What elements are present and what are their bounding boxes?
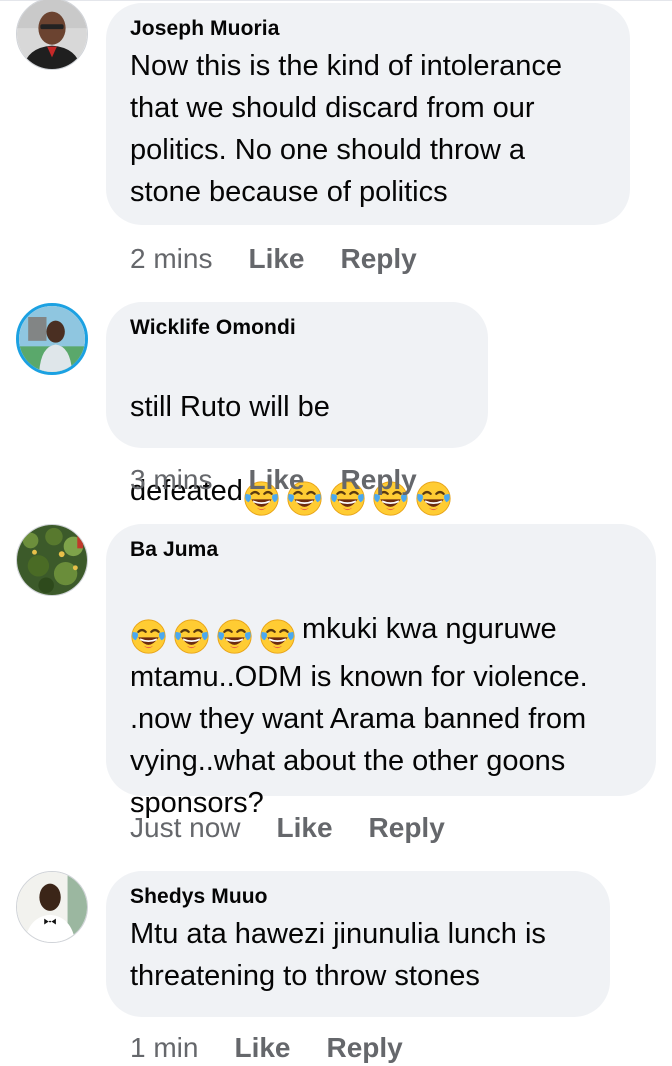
avatar-image [17,525,87,595]
like-button[interactable]: Like [234,1032,290,1063]
comment-text-line: still Ruto will be [130,391,330,423]
avatar-image [17,0,87,69]
reply-button[interactable]: Reply [341,464,417,495]
reply-button[interactable]: Reply [369,812,445,843]
comment-text-rest: mtamu..ODM is known for violence. .now t… [130,661,588,819]
avatar[interactable] [16,871,88,943]
tears-of-joy-icon [216,618,253,655]
avatar[interactable] [16,303,88,375]
tears-of-joy-icon [130,618,167,655]
comment-time[interactable]: 3 mins [130,464,212,495]
like-button[interactable]: Like [248,243,304,274]
comment-time[interactable]: Just now [130,812,241,843]
comment-author[interactable]: Shedys Muuo [130,883,586,911]
comment-actions: 3 mins Like Reply [130,462,453,498]
comment-bubble: Joseph Muoria Now this is the kind of in… [106,3,630,225]
comment-author[interactable]: Joseph Muoria [130,15,606,43]
comment-time[interactable]: 2 mins [130,243,212,274]
comment-time[interactable]: 1 min [130,1032,198,1063]
top-divider [0,0,672,1]
reply-button[interactable]: Reply [341,243,417,274]
comment-actions: 1 min Like Reply [130,1030,439,1066]
avatar-image [19,306,85,372]
comment-text-line: mkuki kwa nguruwe [302,613,557,645]
comment-text: Mtu ata hawezi jinunulia lunch is threat… [130,918,546,992]
like-button[interactable]: Like [248,464,304,495]
tears-of-joy-icon [173,618,210,655]
comment-author[interactable]: Ba Juma [130,536,632,564]
like-button[interactable]: Like [277,812,333,843]
avatar-image [17,872,87,942]
comment-bubble: Wicklife Omondi still Ruto will be defea… [106,302,488,516]
emoji-row [130,614,302,656]
comment-text: Now this is the kind of intolerance that… [130,50,562,208]
tears-of-joy-icon [259,618,296,655]
comment-author[interactable]: Wicklife Omondi [130,314,464,342]
avatar[interactable] [16,524,88,596]
comment-actions: 2 mins Like Reply [130,241,453,277]
comment-bubble: Ba Juma mkuki kwa nguruwe mtamu..ODM is k… [106,524,656,819]
comment-actions: Just now Like Reply [130,810,481,846]
comment-bubble: Shedys Muuo Mtu ata hawezi jinunulia lun… [106,871,610,1017]
avatar[interactable] [16,0,88,70]
comment-text: mkuki kwa nguruwe mtamu..ODM is known for… [130,566,632,824]
reply-button[interactable]: Reply [327,1032,403,1063]
